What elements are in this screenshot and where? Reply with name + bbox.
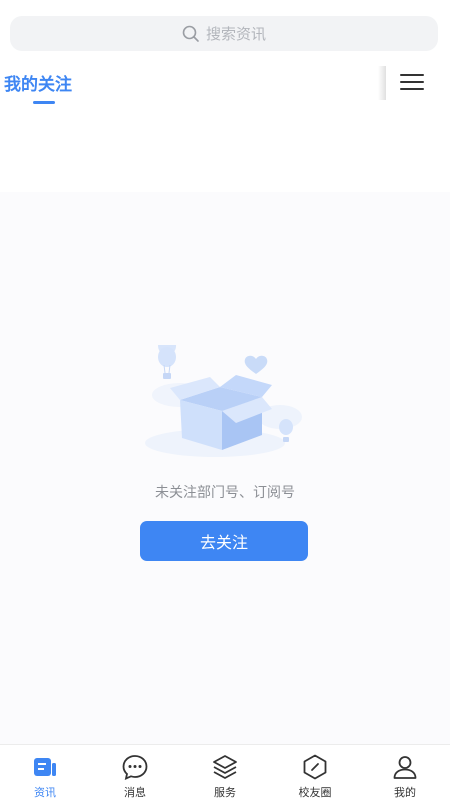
tab-my-follows[interactable]: 我的关注 bbox=[4, 70, 72, 95]
empty-box-illustration bbox=[145, 345, 302, 457]
nav-label-profile: 我的 bbox=[394, 786, 416, 799]
content-area bbox=[0, 192, 450, 744]
go-follow-button[interactable]: 去关注 bbox=[140, 521, 308, 561]
news-icon bbox=[34, 758, 56, 776]
nav-item-profile[interactable]: 我的 bbox=[360, 745, 450, 801]
nav-label-news: 资讯 bbox=[34, 786, 56, 799]
search-placeholder: 搜索资讯 bbox=[205, 25, 266, 43]
layers-icon bbox=[213, 755, 237, 779]
bottom-nav: 资讯 消息 服务 校友圈 我的 bbox=[0, 744, 450, 801]
nav-label-services: 服务 bbox=[214, 786, 236, 799]
search-icon bbox=[182, 25, 199, 42]
message-icon bbox=[122, 755, 148, 781]
search-bar[interactable]: 搜索资讯 bbox=[10, 16, 438, 51]
tab-scroll-fade bbox=[378, 66, 386, 100]
nav-item-messages[interactable]: 消息 bbox=[90, 745, 180, 801]
nav-label-alumni: 校友圈 bbox=[298, 786, 332, 799]
menu-icon[interactable] bbox=[400, 72, 424, 92]
nav-label-messages: 消息 bbox=[124, 786, 146, 799]
tab-active-indicator bbox=[33, 101, 55, 104]
user-icon bbox=[393, 756, 417, 779]
nav-item-news[interactable]: 资讯 bbox=[0, 745, 90, 801]
empty-state-message: 未关注部门号、订阅号 bbox=[155, 485, 295, 501]
nav-item-services[interactable]: 服务 bbox=[180, 745, 270, 801]
compass-icon bbox=[303, 754, 327, 780]
nav-item-alumni[interactable]: 校友圈 bbox=[270, 745, 360, 801]
